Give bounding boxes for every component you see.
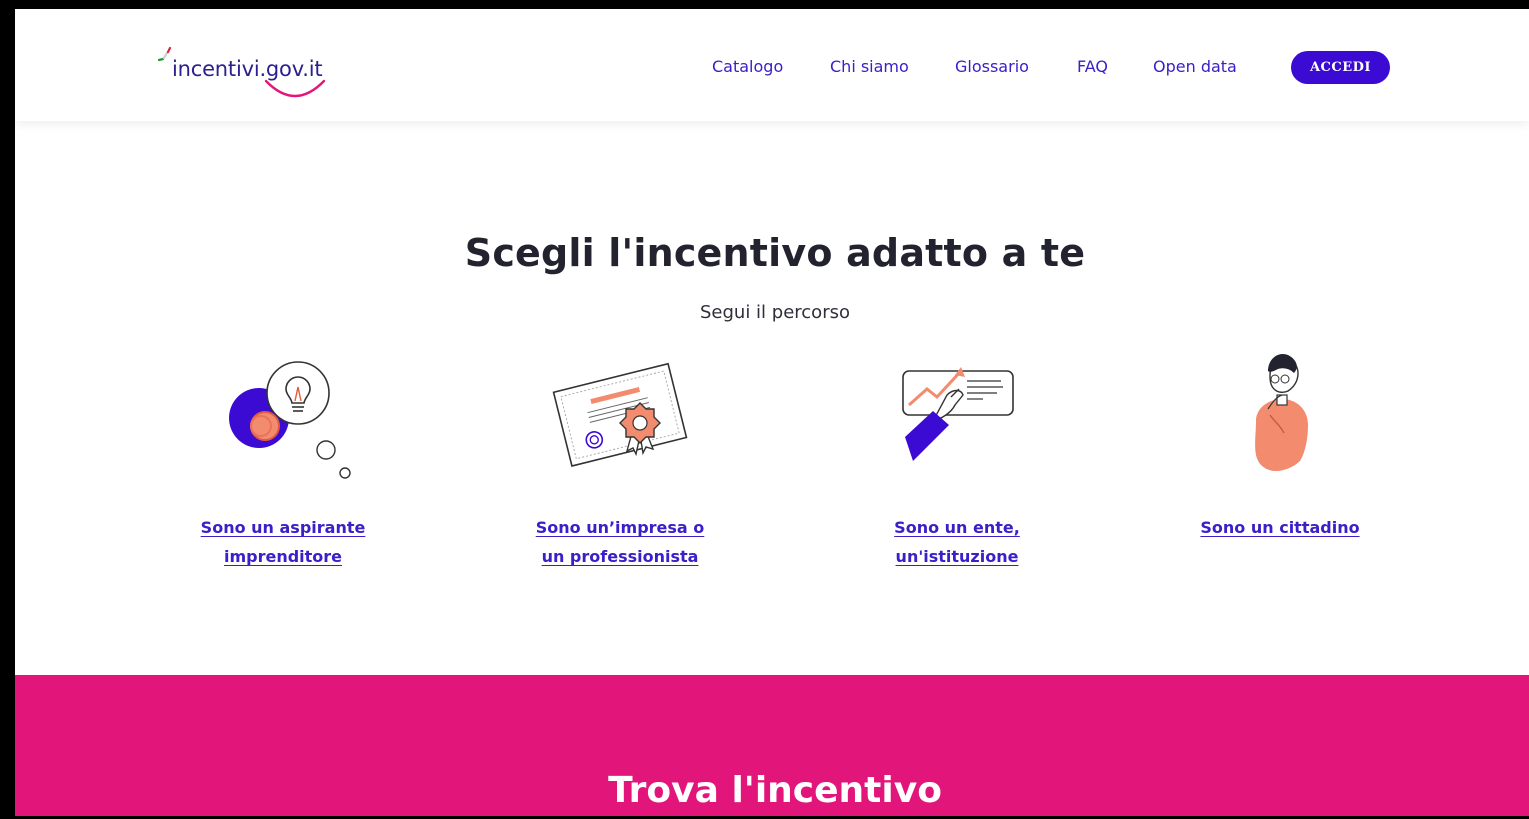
certificate-icon [552,362,688,467]
link-aspirante-imprenditore[interactable]: Sono un aspirante imprenditore [153,513,413,571]
site-logo[interactable]: incentivi.gov.it [158,47,348,107]
path-card-aspirante: Sono un aspirante imprenditore [153,349,413,589]
link-cittadino[interactable]: Sono un cittadino [1150,513,1410,542]
section-title-trova: Trova l'incentivo [608,770,942,811]
nav-faq[interactable]: FAQ [1077,57,1108,76]
browser-viewport: incentivi.gov.it Catalogo Chi siamo Glos… [15,9,1529,816]
page-title: Scegli l'incentivo adatto a te [464,231,1086,275]
path-card-ente: Sono un ente, un'istituzione [827,349,1087,589]
path-card-cittadino: Sono un cittadino [1150,349,1410,589]
lightbulb-icon [229,361,351,479]
italian-flag-tick-icon [158,47,172,62]
logo-smile-icon [264,79,326,98]
link-impresa-professionista[interactable]: Sono un’impresa o un professionista [490,513,750,571]
nav-open-data[interactable]: Open data [1153,57,1237,76]
link-ente-istituzione[interactable]: Sono un ente, un'istituzione [827,513,1087,571]
path-card-impresa: Sono un’impresa o un professionista [490,349,750,589]
login-button[interactable]: ACCEDI [1291,51,1390,84]
presentation-chart-icon [902,367,1014,461]
site-header: incentivi.gov.it Catalogo Chi siamo Glos… [15,9,1529,121]
nav-chi-siamo[interactable]: Chi siamo [830,57,909,76]
find-incentive-section: Trova l'incentivo [15,675,1529,816]
page-subtitle: Segui il percorso [700,302,850,323]
nav-catalogo[interactable]: Catalogo [712,57,783,76]
citizen-person-icon [1255,353,1308,471]
nav-glossario[interactable]: Glossario [955,57,1029,76]
